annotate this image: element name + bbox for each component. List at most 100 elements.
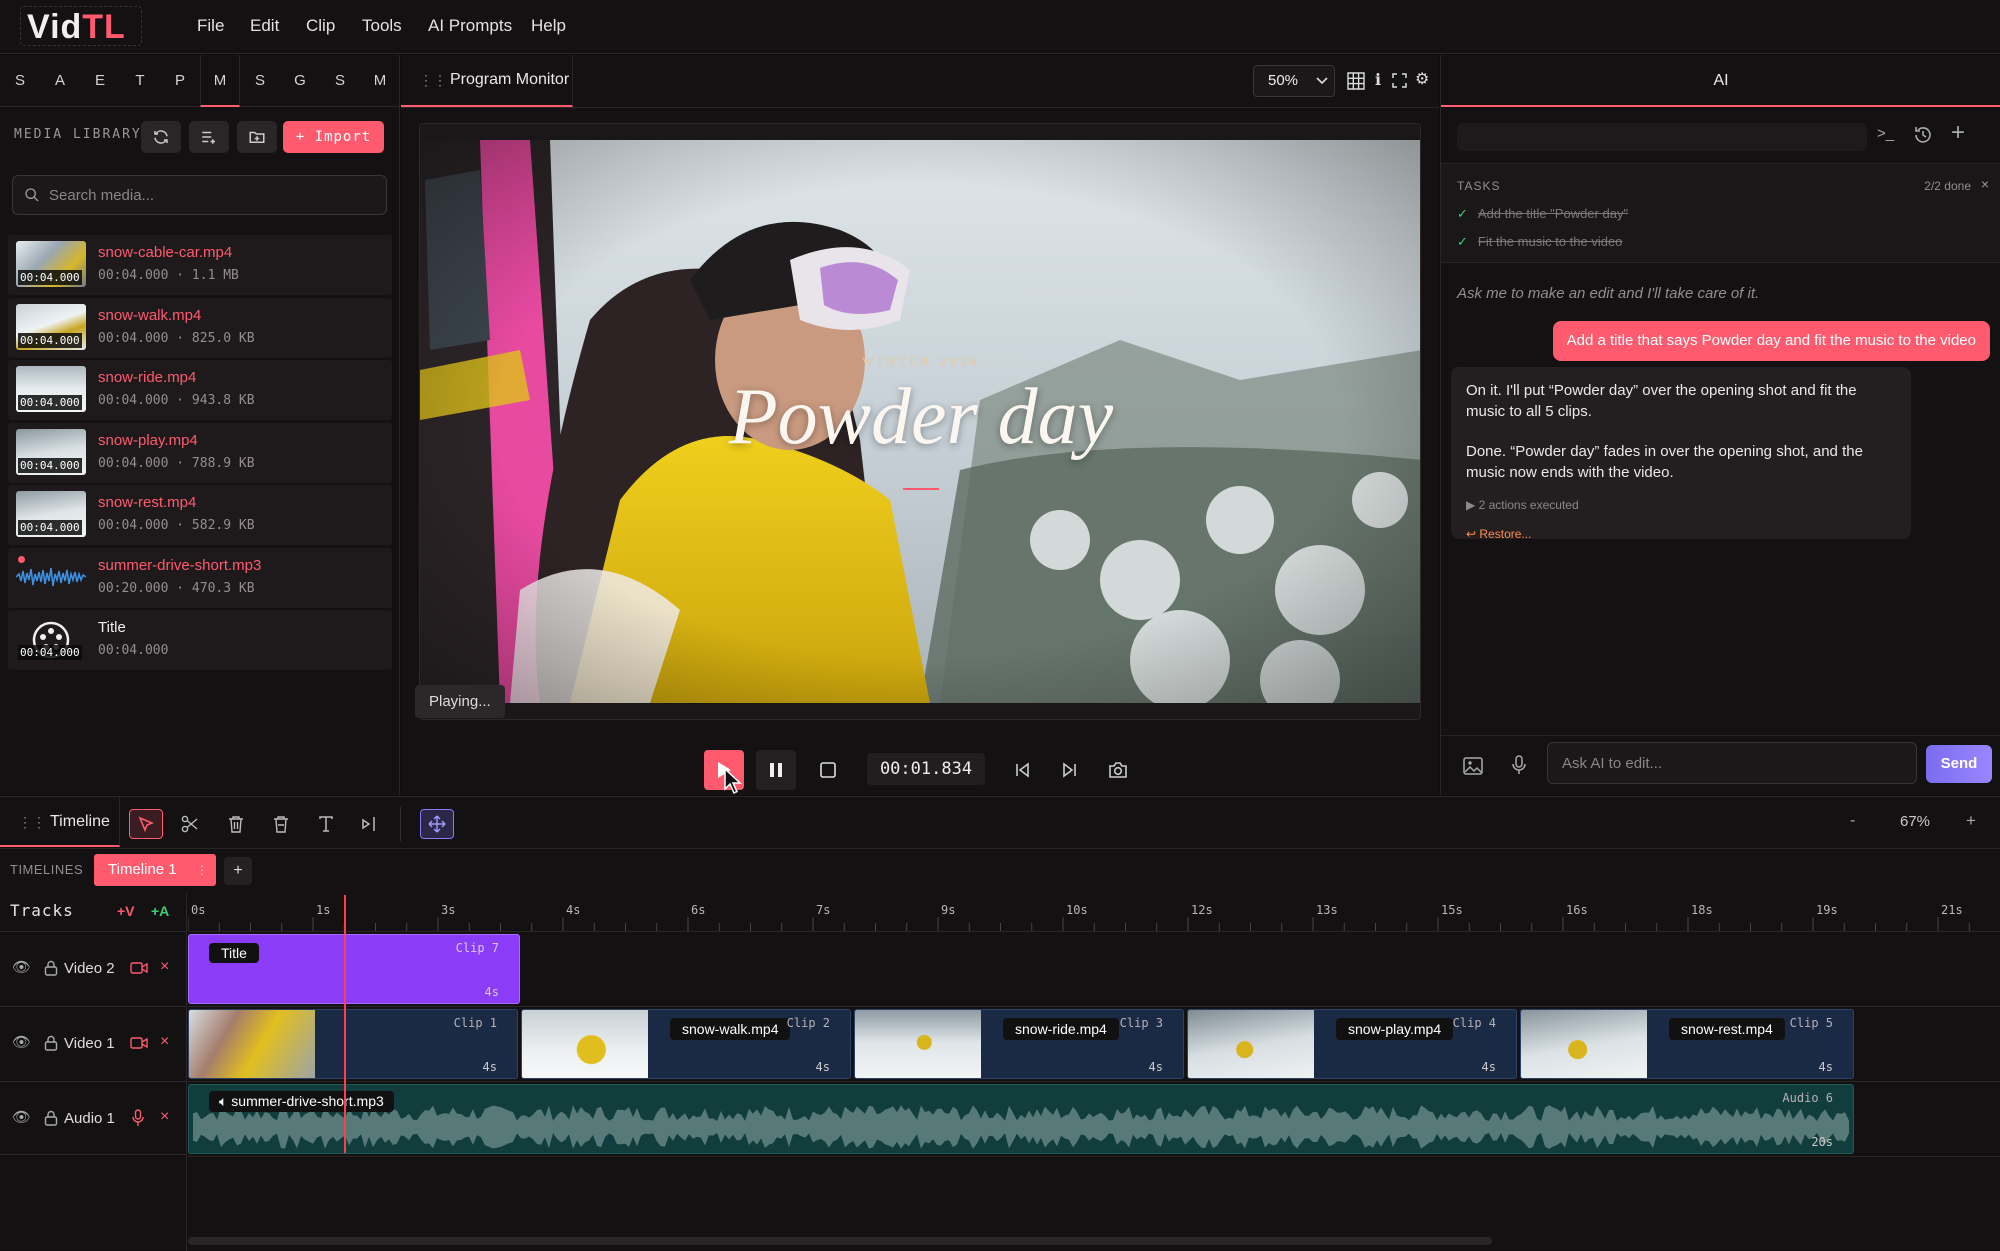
tab-media[interactable]: M	[200, 55, 240, 107]
snapshot-button[interactable]	[1098, 750, 1138, 790]
remove-track-icon[interactable]: ×	[160, 1108, 169, 1126]
ai-prompt-field[interactable]	[1547, 742, 1917, 784]
horizontal-scrollbar[interactable]	[188, 1237, 1492, 1245]
microphone-icon[interactable]	[132, 1109, 144, 1127]
audio-clip[interactable]: 🔈︎ summer-drive-short.mp3 Audio 6 20s	[188, 1084, 1854, 1154]
history-icon[interactable]	[1913, 125, 1933, 145]
menu-tools[interactable]: Tools	[362, 16, 402, 36]
media-thumbnail: 00:04.000	[16, 616, 86, 662]
media-item[interactable]: 00:04.000 snow-play.mp4 00:04.000 · 788.…	[8, 422, 392, 483]
select-tool[interactable]	[129, 809, 163, 839]
search-input[interactable]	[49, 176, 379, 214]
info-icon[interactable]: i	[1375, 70, 1381, 89]
assistant-text: On it. I'll put “Powder day” over the op…	[1466, 382, 1857, 420]
lock-icon[interactable]	[44, 960, 58, 976]
drag-handle-icon[interactable]: ⋮⋮	[18, 814, 46, 831]
video-clip[interactable]: snow-play.mp4 Clip 4 4s	[1187, 1009, 1517, 1079]
title-clip[interactable]: Title Clip 7 4s	[188, 934, 520, 1004]
video-clip[interactable]: snow-rest.mp4 Clip 5 4s	[1520, 1009, 1854, 1079]
skip-forward-icon	[1063, 762, 1076, 778]
zoom-select[interactable]: 50%	[1253, 65, 1335, 97]
tab-program-monitor[interactable]: ⋮⋮ Program Monitor	[401, 55, 573, 107]
refresh-button[interactable]	[141, 121, 181, 153]
import-button[interactable]: + Import	[283, 121, 384, 153]
add-to-list-button[interactable]	[189, 121, 229, 153]
drag-handle-icon[interactable]: ⋮⋮	[419, 72, 447, 89]
stop-button[interactable]	[808, 750, 848, 790]
media-meta: 00:04.000 · 788.9 KB	[98, 455, 255, 471]
tab-t[interactable]: T	[120, 55, 160, 107]
eye-icon[interactable]: 👁︎	[12, 1108, 31, 1126]
timeline-tab-1[interactable]: Timeline 1 ⋮	[94, 854, 216, 886]
video-camera-icon[interactable]	[130, 1037, 148, 1049]
remove-track-icon[interactable]: ×	[160, 958, 169, 976]
zoom-in-button[interactable]: +	[1966, 811, 1976, 831]
more-options-icon[interactable]: ⋮	[196, 854, 208, 886]
tab-e[interactable]: E	[80, 55, 120, 107]
ai-session-field[interactable]	[1457, 123, 1867, 151]
actions-disclosure[interactable]: ▶ 2 actions executed	[1466, 495, 1896, 516]
menu-file[interactable]: File	[197, 16, 224, 36]
new-chat-plus-icon[interactable]: +	[1951, 119, 1965, 147]
tab-g[interactable]: G	[280, 55, 320, 107]
media-item[interactable]: 00:04.000 snow-ride.mp4 00:04.000 · 943.…	[8, 360, 392, 420]
menu-edit[interactable]: Edit	[250, 16, 279, 36]
new-folder-button[interactable]	[237, 121, 277, 153]
terminal-icon[interactable]: >_	[1877, 125, 1894, 142]
microphone-icon[interactable]	[1511, 755, 1527, 775]
move-tool[interactable]	[420, 809, 454, 839]
remove-track-icon[interactable]: ×	[160, 1033, 169, 1051]
add-timeline-button[interactable]: +	[224, 857, 252, 885]
menu-clip[interactable]: Clip	[306, 16, 335, 36]
media-item[interactable]: 00:04.000 snow-rest.mp4 00:04.000 · 582.…	[8, 485, 392, 545]
menu-help[interactable]: Help	[531, 16, 566, 36]
send-button[interactable]: Send	[1926, 745, 1992, 783]
razor-tool[interactable]	[173, 809, 207, 839]
settings-gear-icon[interactable]: ⚙	[1415, 69, 1429, 89]
media-item[interactable]: 00:04.000 snow-cable-car.mp4 00:04.000 ·…	[8, 235, 392, 295]
audio-waveform	[193, 1105, 1849, 1149]
text-tool[interactable]	[309, 809, 343, 839]
video-clip[interactable]: snow-ride.mp4 Clip 3 4s	[854, 1009, 1184, 1079]
media-item[interactable]: 00:04.000 Title 00:04.000	[8, 610, 392, 670]
tab-ai[interactable]: AI	[1441, 55, 2000, 107]
track-header-video-1: 👁︎ Video 1 ×	[0, 1006, 187, 1080]
media-search[interactable]	[12, 175, 387, 215]
delete-tool[interactable]	[219, 809, 253, 839]
add-audio-track-button[interactable]: +A	[151, 903, 169, 919]
tab-m[interactable]: M	[360, 55, 400, 107]
time-ruler[interactable]: 0s 1s 3s 4s 6s 7s 9s 10s 12s 13s 15s 16s…	[188, 893, 2000, 931]
image-attach-icon[interactable]	[1463, 757, 1483, 775]
media-item[interactable]: 00:04.000 snow-walk.mp4 00:04.000 · 825.…	[8, 297, 392, 358]
ripple-delete-tool[interactable]	[264, 809, 298, 839]
zoom-out-button[interactable]: -	[1850, 812, 1855, 830]
tab-a[interactable]: A	[40, 55, 80, 107]
lock-icon[interactable]	[44, 1035, 58, 1051]
pause-button[interactable]	[756, 750, 796, 790]
lock-icon[interactable]	[44, 1110, 58, 1126]
eye-icon[interactable]: 👁︎	[12, 1033, 31, 1051]
tab-p[interactable]: P	[160, 55, 200, 107]
close-tasks-icon[interactable]: ×	[1981, 176, 1989, 192]
restore-link[interactable]: ↩ Restore...	[1466, 524, 1896, 545]
tab-s3[interactable]: S	[320, 55, 360, 107]
tab-s2[interactable]: S	[240, 55, 280, 107]
video-camera-icon[interactable]	[130, 962, 148, 974]
media-item[interactable]: summer-drive-short.mp3 00:20.000 · 470.3…	[8, 547, 392, 608]
video-clip[interactable]: snow-walk.mp4 Clip 2 4s	[521, 1009, 851, 1079]
add-video-track-button[interactable]: +V	[117, 903, 135, 919]
prev-frame-button[interactable]	[1002, 750, 1042, 790]
ai-prompt-input[interactable]	[1548, 743, 1916, 783]
media-duration: 00:04.000	[18, 395, 82, 410]
eye-icon[interactable]: 👁︎	[12, 958, 31, 976]
trim-tool[interactable]	[352, 809, 386, 839]
menu-ai-prompts[interactable]: AI Prompts	[428, 16, 512, 36]
tab-timeline[interactable]: ⋮⋮ Timeline	[0, 797, 120, 847]
grid-icon[interactable]	[1347, 72, 1365, 90]
clip-label: Clip 4	[1452, 1016, 1496, 1030]
tab-s1[interactable]: S	[0, 55, 40, 107]
fullscreen-icon[interactable]	[1392, 73, 1407, 88]
next-frame-button[interactable]	[1050, 750, 1090, 790]
playhead[interactable]	[344, 895, 346, 1153]
video-clip[interactable]: Clip 1 4s	[188, 1009, 518, 1079]
